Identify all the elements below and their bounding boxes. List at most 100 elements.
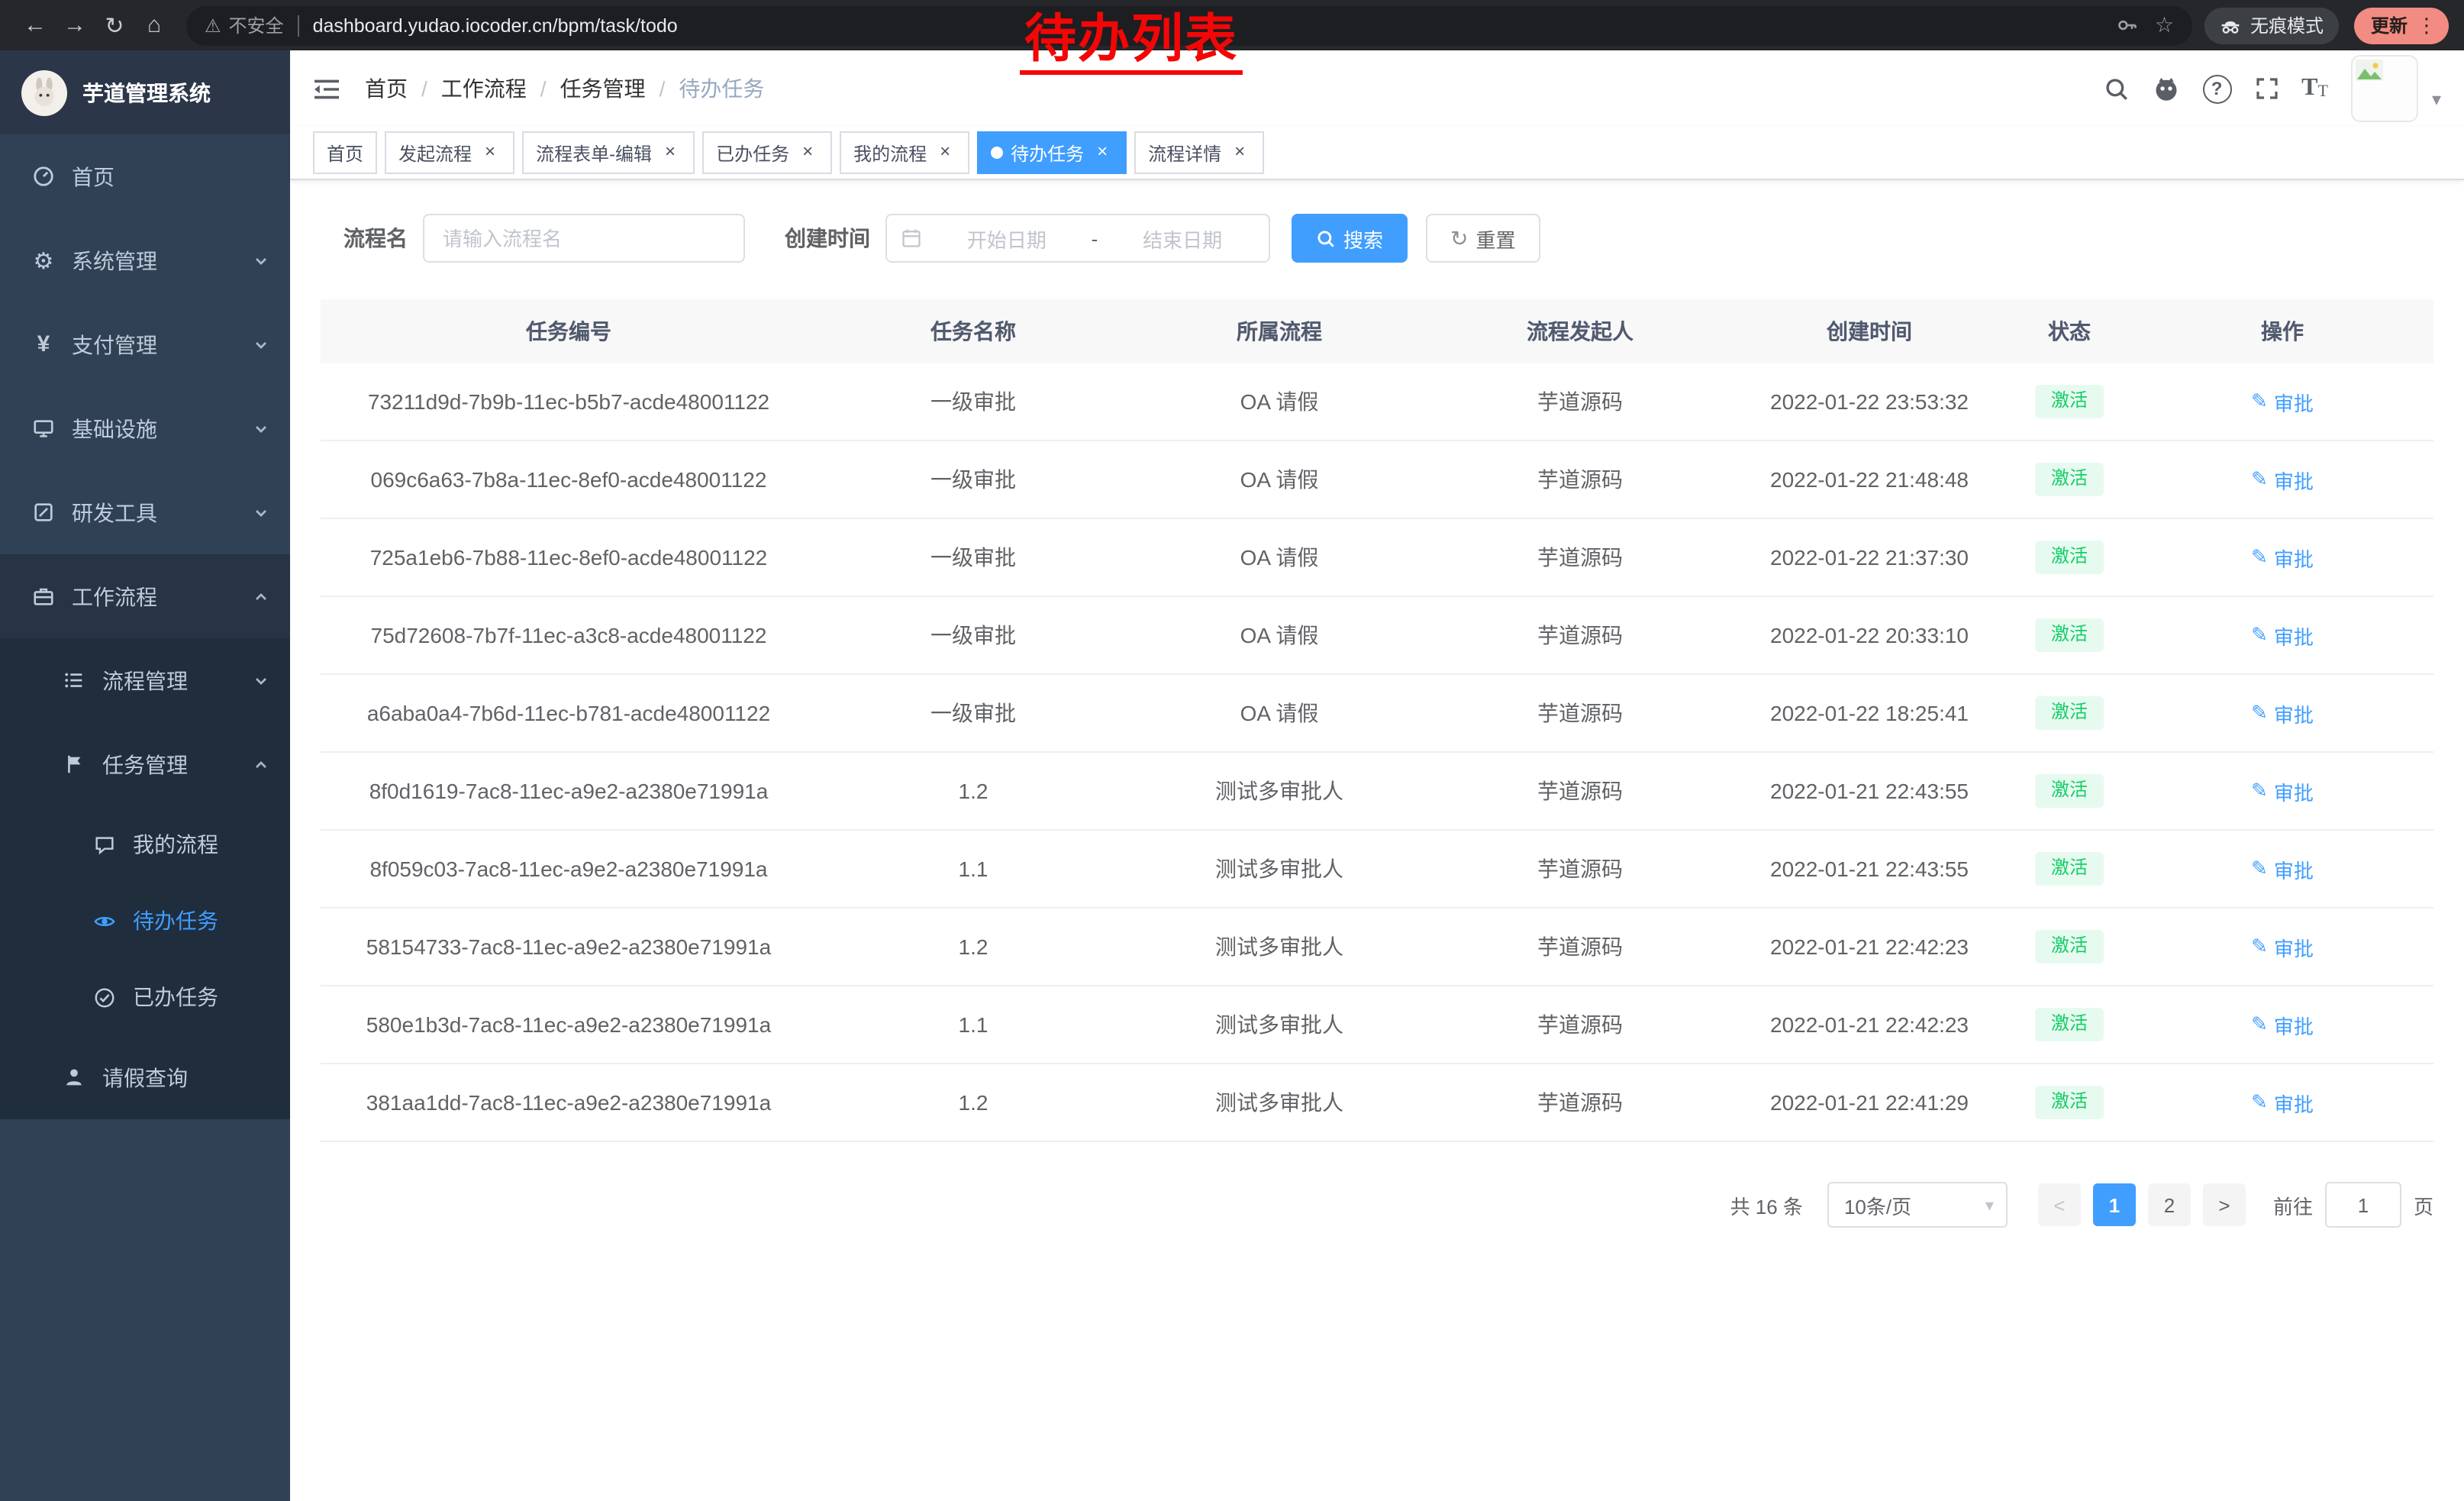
- fullscreen-icon[interactable]: [2254, 76, 2279, 101]
- reset-button[interactable]: ↻ 重置: [1426, 214, 1540, 263]
- close-icon[interactable]: ×: [479, 142, 501, 163]
- goto-page-input[interactable]: [2325, 1182, 2401, 1228]
- prev-page-button[interactable]: <: [2038, 1183, 2081, 1226]
- task-table-body: 73211d9d-7b9b-11ec-b5b7-acde48001122一级审批…: [321, 363, 2433, 1141]
- breadcrumb-home[interactable]: 首页: [365, 73, 408, 104]
- bookmark-star-icon[interactable]: ☆: [2155, 12, 2174, 38]
- tab-home[interactable]: 首页: [313, 131, 377, 174]
- help-icon[interactable]: ?: [2202, 74, 2231, 103]
- approve-label: 审批: [2274, 543, 2314, 572]
- column-header-created-time: 创建时间: [1731, 299, 2008, 363]
- app-logo-bar[interactable]: 芋道管理系统: [0, 50, 290, 134]
- cell-created-time: 2022-01-22 20:33:10: [1731, 596, 2008, 674]
- reload-icon[interactable]: ↻: [95, 5, 134, 45]
- tab-done-task[interactable]: 已办任务 ×: [702, 131, 832, 174]
- approve-link[interactable]: ✎审批: [2251, 1010, 2314, 1039]
- chevron-down-icon: [253, 337, 269, 352]
- approve-link[interactable]: ✎审批: [2251, 543, 2314, 572]
- breadcrumb-task-manage[interactable]: 任务管理: [560, 73, 646, 104]
- sidebar-item-system[interactable]: ⚙ 系统管理: [0, 218, 290, 302]
- table-row: 8f059c03-7ac8-11ec-a9e2-a2380e71991a1.1测…: [321, 830, 2433, 908]
- update-button[interactable]: 更新 ⋮: [2354, 7, 2449, 44]
- font-size-icon[interactable]: TT: [2301, 76, 2328, 101]
- status-badge: 激活: [2036, 385, 2103, 418]
- cell-task-name: 一级审批: [817, 363, 1130, 441]
- search-button[interactable]: 搜索: [1292, 214, 1408, 263]
- date-range-picker[interactable]: 开始日期 - 结束日期: [885, 214, 1270, 263]
- close-icon[interactable]: ×: [1229, 142, 1250, 163]
- sidebar-item-done-task[interactable]: 已办任务: [0, 959, 290, 1035]
- approve-label: 审批: [2274, 465, 2314, 494]
- back-icon[interactable]: ←: [15, 5, 55, 45]
- avatar[interactable]: [2351, 55, 2418, 122]
- sidebar-toggle-icon[interactable]: [313, 77, 340, 100]
- cell-status: 激活: [2008, 596, 2131, 674]
- tab-process-detail[interactable]: 流程详情 ×: [1134, 131, 1264, 174]
- chevron-down-icon[interactable]: ▾: [2432, 89, 2441, 110]
- sidebar-item-leave-query[interactable]: 请假查询: [0, 1035, 290, 1119]
- cell-process: OA 请假: [1130, 363, 1429, 441]
- approve-link[interactable]: ✎审批: [2251, 932, 2314, 961]
- cell-process: 测试多审批人: [1130, 1064, 1429, 1141]
- approve-link[interactable]: ✎审批: [2251, 387, 2314, 416]
- sidebar-item-home[interactable]: 首页: [0, 134, 290, 218]
- cell-created-time: 2022-01-21 22:43:55: [1731, 752, 2008, 830]
- sidebar-item-workflow[interactable]: 工作流程: [0, 554, 290, 638]
- cell-created-time: 2022-01-22 23:53:32: [1731, 363, 2008, 441]
- tab-todo-task[interactable]: 待办任务 ×: [977, 131, 1127, 174]
- page-size-value: 10条/页: [1844, 1190, 1911, 1219]
- end-date-placeholder: 结束日期: [1110, 224, 1255, 253]
- cell-action: ✎审批: [2131, 908, 2433, 986]
- devtools-icon: [31, 501, 56, 524]
- page-size-select[interactable]: 10条/页 ▾: [1827, 1182, 2008, 1228]
- column-header-process: 所属流程: [1130, 299, 1429, 363]
- next-page-button[interactable]: >: [2203, 1183, 2246, 1226]
- sidebar-item-infrastructure[interactable]: 基础设施: [0, 386, 290, 470]
- status-badge: 激活: [2036, 618, 2103, 651]
- page-number-1[interactable]: 1: [2093, 1183, 2136, 1226]
- approve-link[interactable]: ✎审批: [2251, 621, 2314, 650]
- cell-task-id: 8f059c03-7ac8-11ec-a9e2-a2380e71991a: [321, 830, 817, 908]
- close-icon[interactable]: ×: [1092, 142, 1113, 163]
- approve-label: 审批: [2274, 699, 2314, 728]
- payment-icon: ¥: [31, 331, 56, 357]
- forward-icon[interactable]: →: [55, 5, 95, 45]
- approve-link[interactable]: ✎审批: [2251, 699, 2314, 728]
- home-icon[interactable]: ⌂: [134, 5, 174, 45]
- cell-status: 激活: [2008, 1064, 2131, 1141]
- sidebar-item-process-manage[interactable]: 流程管理: [0, 638, 290, 722]
- breadcrumb-workflow[interactable]: 工作流程: [441, 73, 527, 104]
- table-row: 8f0d1619-7ac8-11ec-a9e2-a2380e71991a1.2测…: [321, 752, 2433, 830]
- edit-icon: ✎: [2251, 701, 2268, 725]
- menu-dots-icon[interactable]: ⋮: [2412, 13, 2441, 37]
- close-icon[interactable]: ×: [797, 142, 818, 163]
- task-table: 任务编号 任务名称 所属流程 流程发起人 创建时间 状态 操作 73211d9d…: [321, 299, 2433, 1142]
- cell-status: 激活: [2008, 441, 2131, 518]
- sidebar-item-payment[interactable]: ¥ 支付管理: [0, 302, 290, 386]
- approve-link[interactable]: ✎审批: [2251, 776, 2314, 805]
- key-icon[interactable]: [2117, 14, 2140, 37]
- close-icon[interactable]: ×: [660, 142, 681, 163]
- cell-task-id: 381aa1dd-7ac8-11ec-a9e2-a2380e71991a: [321, 1064, 817, 1141]
- cell-task-name: 1.1: [817, 986, 1130, 1064]
- task-manage-icon: [61, 753, 87, 776]
- tab-my-process[interactable]: 我的流程 ×: [840, 131, 969, 174]
- tab-start-process[interactable]: 发起流程 ×: [385, 131, 514, 174]
- cell-status: 激活: [2008, 908, 2131, 986]
- sidebar-item-task-manage[interactable]: 任务管理: [0, 722, 290, 806]
- approve-link[interactable]: ✎审批: [2251, 465, 2314, 494]
- sidebar-item-devtools[interactable]: 研发工具: [0, 470, 290, 554]
- cell-status: 激活: [2008, 518, 2131, 596]
- github-icon[interactable]: [2152, 75, 2179, 102]
- tab-form-edit[interactable]: 流程表单-编辑 ×: [522, 131, 695, 174]
- search-icon[interactable]: [2103, 76, 2129, 102]
- process-name-input[interactable]: [423, 214, 745, 263]
- table-row: 725a1eb6-7b88-11ec-8ef0-acde48001122一级审批…: [321, 518, 2433, 596]
- page-number-2[interactable]: 2: [2148, 1183, 2191, 1226]
- page-content: 流程名 创建时间 开始日期 - 结束日期 搜索: [290, 180, 2464, 1501]
- approve-link[interactable]: ✎审批: [2251, 854, 2314, 883]
- sidebar-item-todo-task[interactable]: 待办任务: [0, 883, 290, 959]
- approve-link[interactable]: ✎审批: [2251, 1088, 2314, 1117]
- sidebar-item-my-process[interactable]: 我的流程: [0, 806, 290, 883]
- close-icon[interactable]: ×: [934, 142, 956, 163]
